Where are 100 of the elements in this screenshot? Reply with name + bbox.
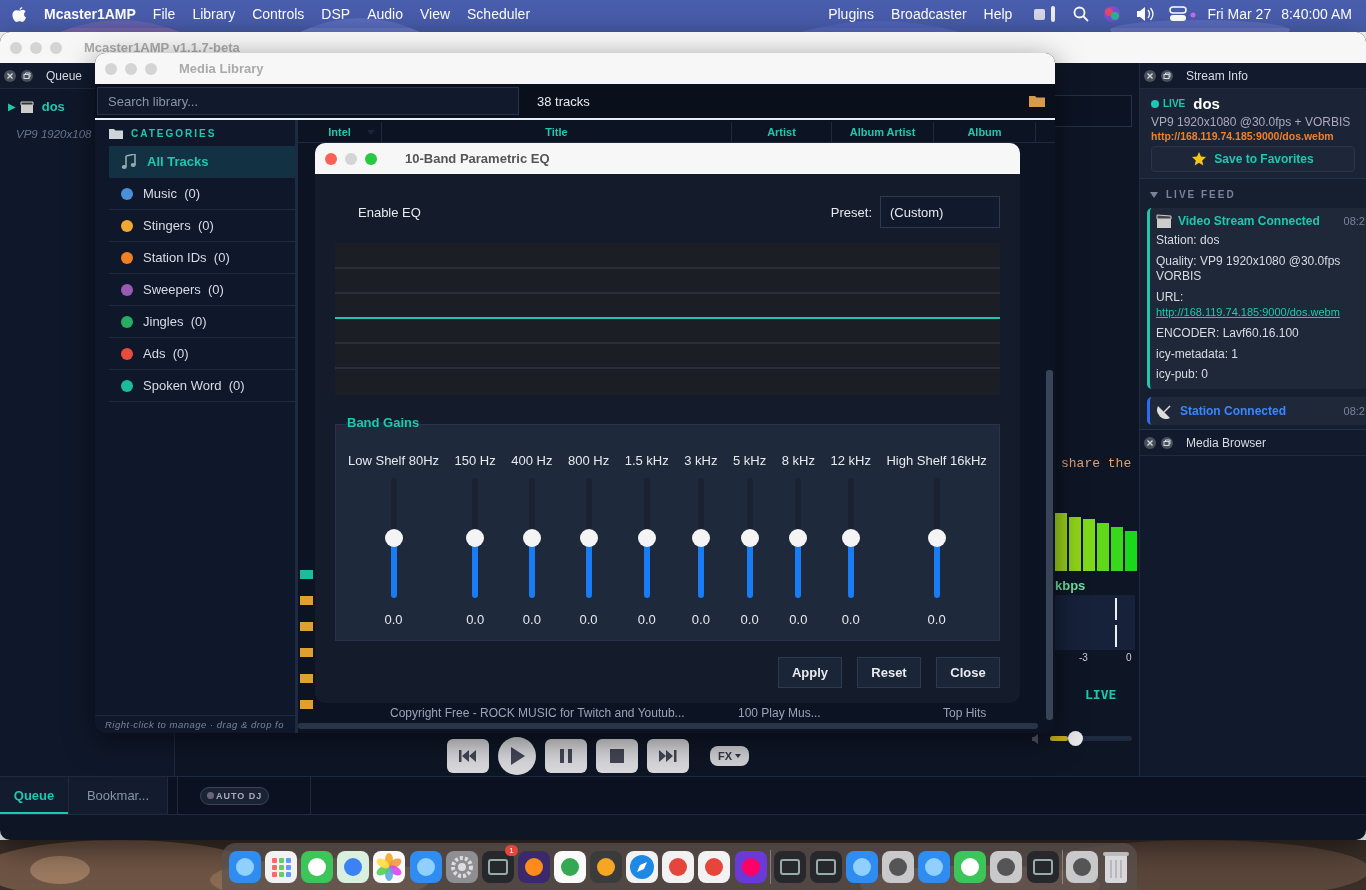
app-icon[interactable] xyxy=(553,849,587,884)
category-item[interactable]: All Tracks xyxy=(109,146,295,178)
column-header[interactable]: Artist xyxy=(732,122,832,142)
category-item[interactable]: Spoken Word (0) xyxy=(109,370,295,402)
date-text[interactable]: Fri Mar 27 xyxy=(1207,6,1272,22)
menu-item[interactable]: File xyxy=(152,6,176,22)
app-icon[interactable] xyxy=(444,849,479,884)
gain-slider[interactable] xyxy=(384,478,403,598)
app-icon[interactable] xyxy=(697,849,732,884)
category-item[interactable]: Music (0) xyxy=(109,178,295,210)
apply-button[interactable]: Apply xyxy=(778,657,842,688)
app-icon[interactable] xyxy=(264,849,299,884)
menu-item[interactable]: Plugins xyxy=(828,6,875,22)
stop-icon xyxy=(610,749,624,763)
next-button[interactable] xyxy=(647,739,689,773)
panel-tab[interactable]: Bookmar... xyxy=(69,777,168,814)
gain-slider[interactable] xyxy=(637,478,656,598)
toggle-icon[interactable] xyxy=(1169,6,1198,22)
app-icon[interactable] xyxy=(589,849,624,884)
menu-item[interactable]: Audio xyxy=(367,6,403,22)
column-header[interactable]: Title xyxy=(382,122,732,142)
category-item[interactable]: Ads (0) xyxy=(109,338,295,370)
app-icon[interactable] xyxy=(1064,849,1099,884)
app-icon[interactable] xyxy=(480,849,515,884)
favorites-button[interactable]: Save to Favorites xyxy=(1151,146,1355,172)
app-icon[interactable] xyxy=(844,849,879,884)
app-icon[interactable] xyxy=(881,849,916,884)
app-icon[interactable] xyxy=(989,849,1024,884)
app-icon[interactable] xyxy=(772,849,807,884)
gain-slider[interactable] xyxy=(927,478,946,598)
menu-item[interactable]: Broadcaster xyxy=(891,6,967,22)
column-header[interactable]: Album Artist xyxy=(832,122,934,142)
restore-icon[interactable] xyxy=(21,69,33,82)
previous-icon xyxy=(459,750,477,762)
volume-slider[interactable] xyxy=(1050,731,1132,746)
volume-icon[interactable] xyxy=(1135,6,1156,22)
time-text[interactable]: 8:40:00 AM xyxy=(1281,6,1352,22)
category-item[interactable]: Jingles (0) xyxy=(109,306,295,338)
search-icon[interactable] xyxy=(1073,6,1090,22)
category-item[interactable]: Station IDs (0) xyxy=(109,242,295,274)
menu-item[interactable]: Library xyxy=(192,6,236,22)
menu-item[interactable]: Help xyxy=(983,6,1013,22)
app-icon[interactable] xyxy=(953,849,988,884)
app-icon[interactable] xyxy=(372,849,407,884)
app-icon[interactable] xyxy=(408,849,443,884)
gain-slider[interactable] xyxy=(740,478,759,598)
apple-icon[interactable] xyxy=(12,5,27,23)
enable-eq-label[interactable]: Enable EQ xyxy=(358,204,823,220)
restore-icon[interactable] xyxy=(1161,436,1173,449)
app-icon[interactable] xyxy=(1025,849,1060,884)
gain-slider[interactable] xyxy=(466,478,485,598)
trash-icon[interactable] xyxy=(1100,849,1131,884)
auto-dj-toggle[interactable]: AUTO DJ xyxy=(200,786,270,805)
music-note-icon xyxy=(121,153,137,170)
close-icon[interactable] xyxy=(1144,69,1156,82)
orb-icon[interactable] xyxy=(1103,5,1122,23)
stream-url[interactable]: http://168.119.74.185:9000/dos.webm xyxy=(1151,130,1355,142)
app-menu[interactable]: Mcaster1AMP xyxy=(44,6,136,22)
app-icon[interactable] xyxy=(808,849,843,884)
category-item[interactable]: Sweepers (0) xyxy=(109,274,295,306)
folder-icon[interactable] xyxy=(1029,95,1045,107)
fx-button[interactable]: FX xyxy=(710,746,750,766)
pause-button[interactable] xyxy=(545,739,587,773)
app-icon[interactable] xyxy=(336,849,371,884)
scrollbar[interactable] xyxy=(1046,370,1053,720)
close-button[interactable] xyxy=(325,152,337,165)
gain-slider[interactable] xyxy=(841,478,860,598)
previous-button[interactable] xyxy=(447,739,489,773)
close-button[interactable]: Close xyxy=(936,657,1000,688)
menu-item[interactable]: Controls xyxy=(252,6,305,22)
app-icon[interactable] xyxy=(917,849,952,884)
preset-dropdown[interactable]: (Custom) xyxy=(880,196,1000,228)
restore-icon[interactable] xyxy=(1161,69,1173,82)
app-icon[interactable] xyxy=(625,849,660,884)
gain-slider[interactable] xyxy=(789,478,808,598)
stop-button[interactable] xyxy=(596,739,638,773)
column-header[interactable]: Intel xyxy=(298,122,382,142)
caret-icon[interactable] xyxy=(1150,190,1158,199)
menu-item[interactable]: DSP xyxy=(321,6,351,22)
gain-slider[interactable] xyxy=(691,478,710,598)
panel-tab[interactable]: Queue xyxy=(0,777,69,814)
queue-item[interactable]: dos xyxy=(41,99,65,114)
category-item[interactable]: Stingers (0) xyxy=(109,210,295,242)
app-icon[interactable] xyxy=(661,849,696,884)
url-link[interactable]: http://168.119.74.185:9000/dos.webm xyxy=(1156,305,1340,320)
column-header[interactable]: Album xyxy=(934,122,1036,142)
reset-button[interactable]: Reset xyxy=(857,657,921,688)
app-icon[interactable] xyxy=(516,849,551,884)
app-icon[interactable] xyxy=(228,849,262,884)
feed-header[interactable]: LIVE FEED xyxy=(1166,189,1236,200)
close-icon[interactable] xyxy=(4,69,16,82)
gain-slider[interactable] xyxy=(579,478,598,598)
play-button[interactable] xyxy=(498,737,536,775)
scrollbar[interactable] xyxy=(298,723,1038,729)
menu-item[interactable]: View xyxy=(419,6,451,22)
close-icon[interactable] xyxy=(1144,436,1156,449)
app-icon[interactable] xyxy=(300,849,335,884)
gain-slider[interactable] xyxy=(522,478,541,598)
search-field[interactable]: Search library... xyxy=(97,87,519,115)
menu-item[interactable]: Scheduler xyxy=(467,6,531,22)
